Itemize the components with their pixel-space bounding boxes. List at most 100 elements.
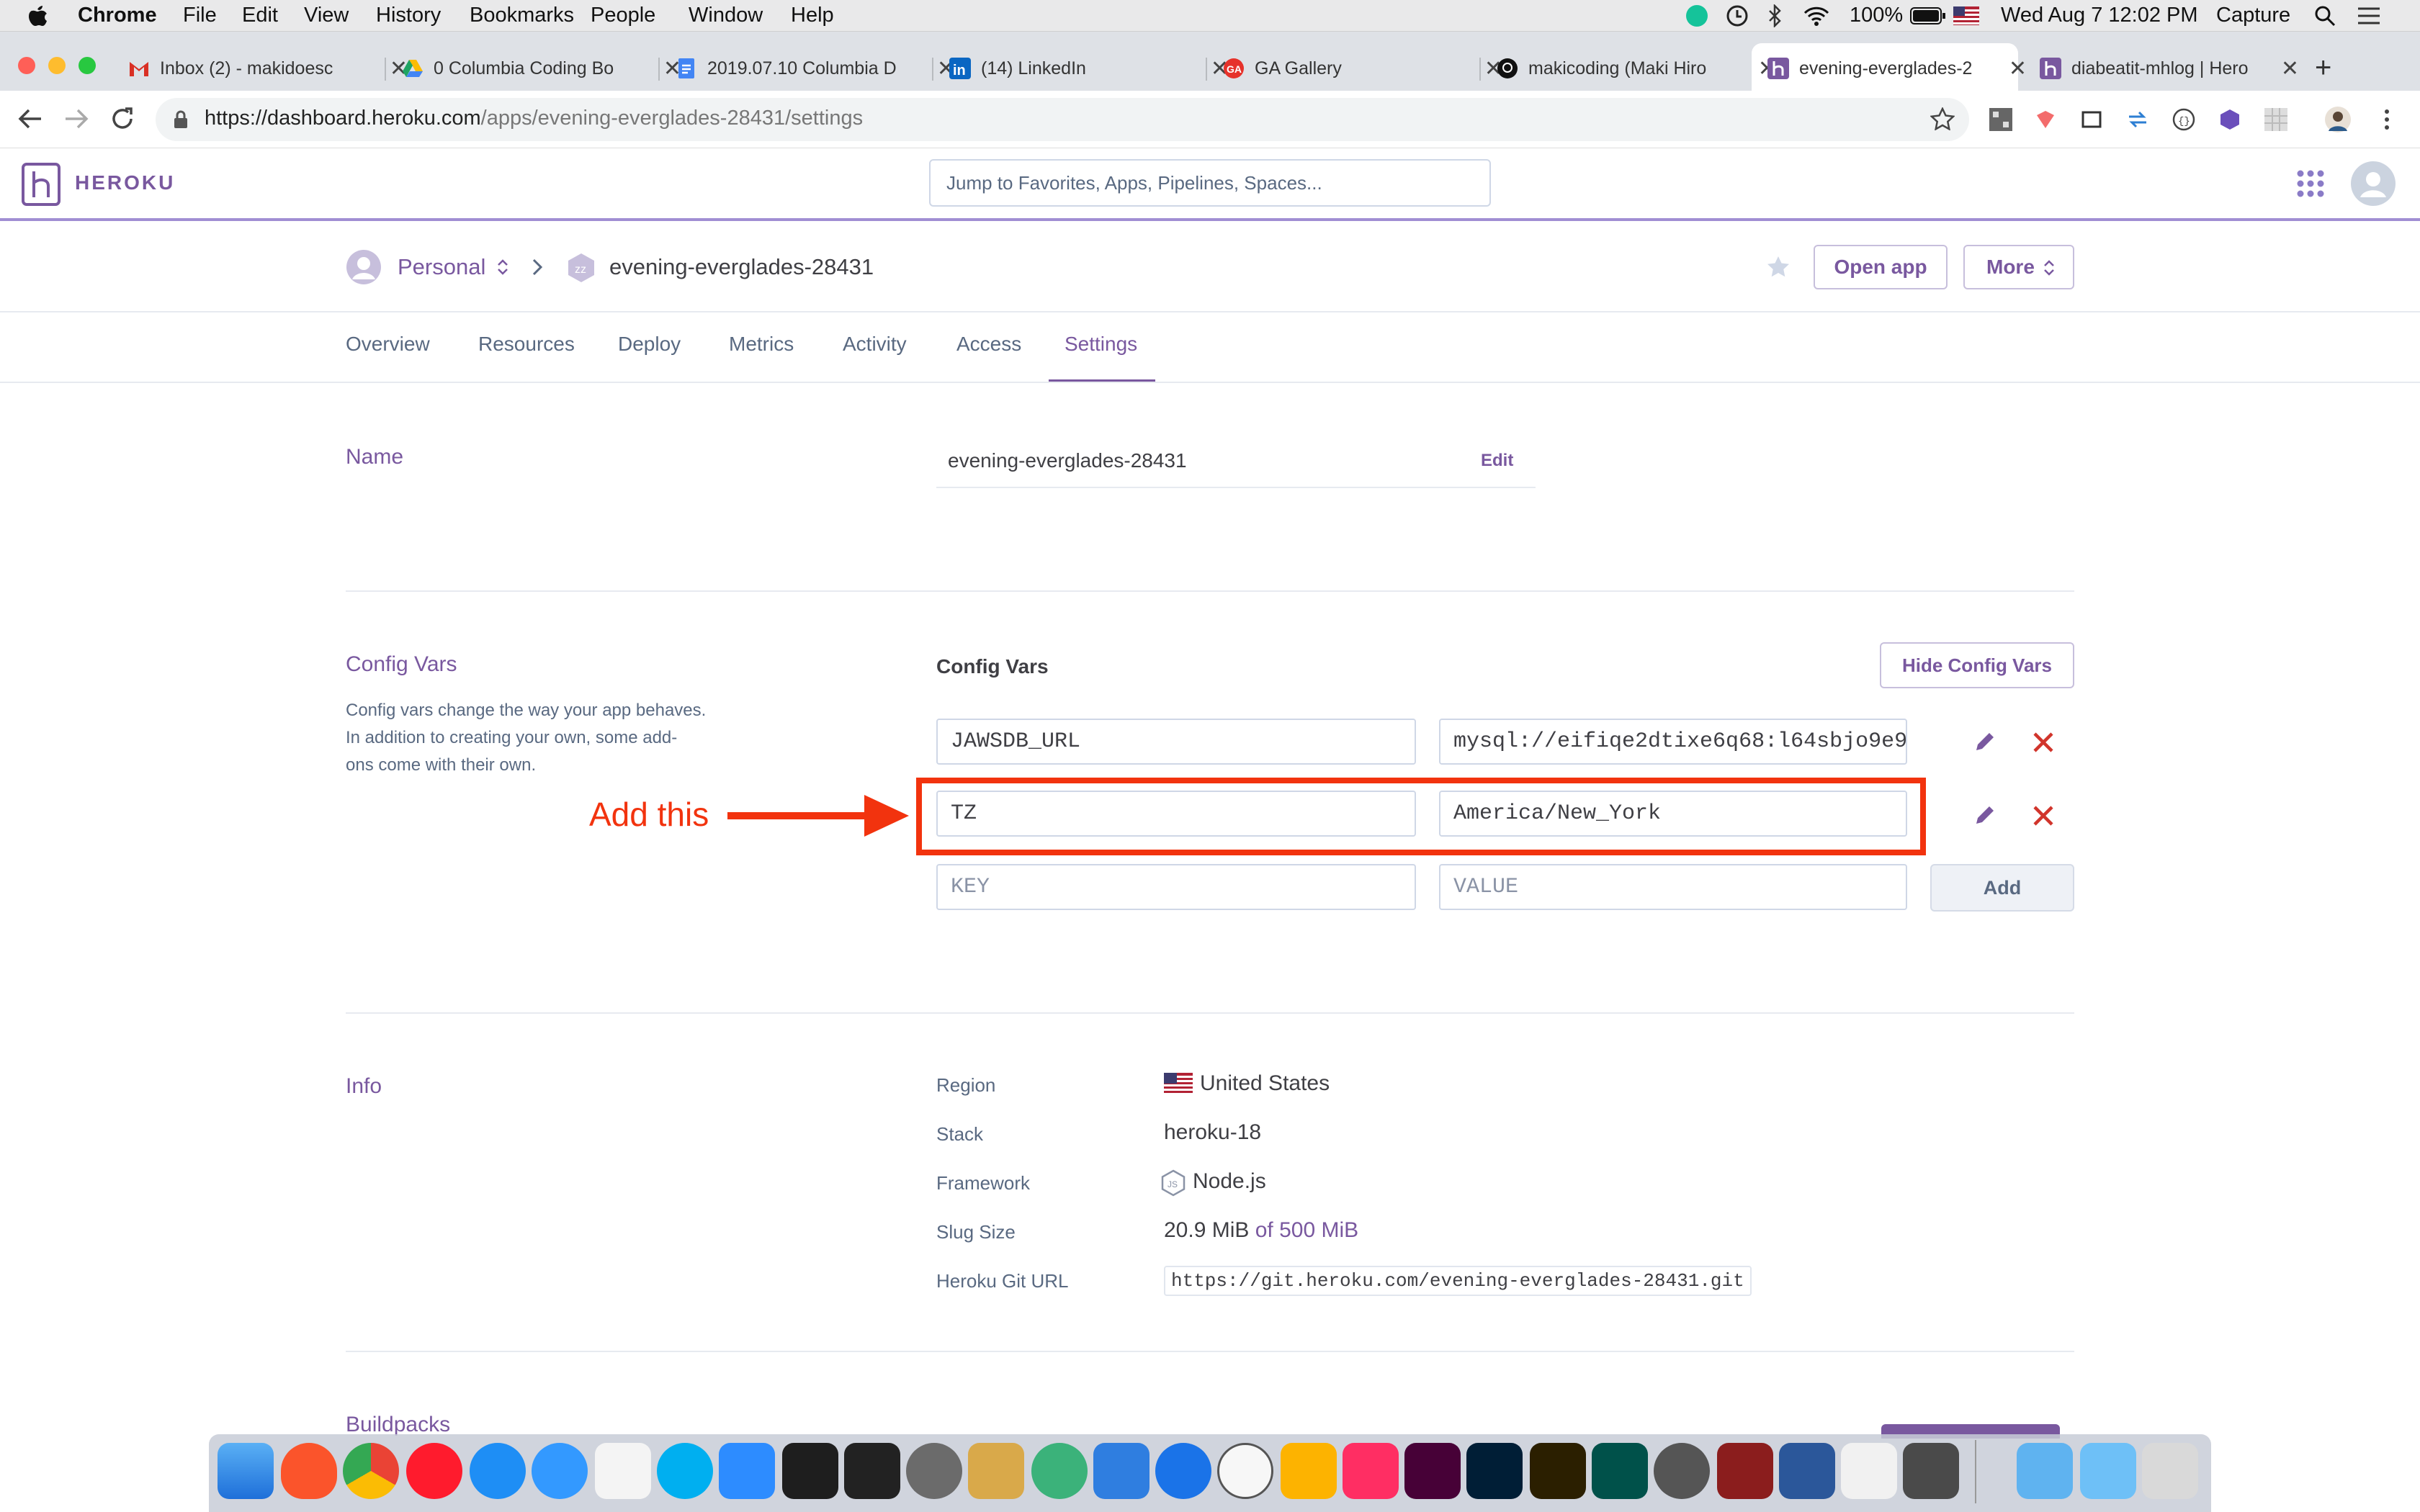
- quicktime-icon[interactable]: [1155, 1443, 1211, 1499]
- photoshop-icon[interactable]: [1466, 1443, 1523, 1499]
- url-text[interactable]: https://dashboard.heroku.com/apps/evenin…: [205, 107, 863, 130]
- menu-view[interactable]: View: [304, 4, 349, 27]
- tab-activity[interactable]: Activity: [843, 333, 907, 356]
- tableplus-icon[interactable]: [906, 1443, 962, 1499]
- git-url-value[interactable]: https://git.heroku.com/evening-everglade…: [1164, 1266, 1752, 1296]
- close-tab-icon[interactable]: ✕: [2281, 56, 2299, 81]
- tab-gmail[interactable]: Inbox (2) - makidoesc ✕: [128, 50, 408, 86]
- audition-icon[interactable]: [1592, 1443, 1648, 1499]
- battery-icon[interactable]: [1910, 6, 1946, 25]
- textedit-icon[interactable]: [1841, 1443, 1897, 1499]
- vscode-icon[interactable]: [782, 1443, 838, 1499]
- tab-access[interactable]: Access: [956, 333, 1021, 356]
- chrome-menu-icon[interactable]: [2383, 108, 2391, 131]
- tab-metrics[interactable]: Metrics: [729, 333, 794, 356]
- delete-x-icon[interactable]: [2033, 732, 2054, 753]
- tab-overview[interactable]: Overview: [346, 333, 430, 356]
- word-icon[interactable]: [1779, 1443, 1835, 1499]
- menu-window[interactable]: Window: [689, 4, 763, 27]
- documents-folder-icon[interactable]: [2080, 1443, 2136, 1499]
- extension-cube-icon[interactable]: [2218, 108, 2241, 131]
- reload-button[interactable]: [109, 106, 135, 132]
- apps-grid-icon[interactable]: [2296, 169, 2325, 198]
- menu-chrome[interactable]: Chrome: [78, 4, 157, 27]
- open-app-button[interactable]: Open app: [1814, 245, 1948, 289]
- config-value-field[interactable]: mysql://eifiqe2dtixe6q68:l64sbjo9e9l1z: [1439, 719, 1907, 765]
- us-flag-icon[interactable]: [1953, 6, 1979, 25]
- clock-app-icon[interactable]: [1217, 1443, 1273, 1499]
- menu-people[interactable]: People: [591, 4, 655, 27]
- photo-booth-icon[interactable]: [1717, 1443, 1773, 1499]
- extension-qr-icon[interactable]: [1989, 108, 2012, 131]
- slack-icon[interactable]: [595, 1443, 651, 1499]
- color-picker-icon[interactable]: [1654, 1443, 1710, 1499]
- edit-name-button[interactable]: Edit: [1481, 451, 1513, 471]
- back-button[interactable]: [17, 107, 43, 131]
- extension-red-icon[interactable]: [2034, 108, 2057, 131]
- heroku-brand[interactable]: HEROKU: [75, 171, 175, 194]
- xcode-icon[interactable]: [1093, 1443, 1150, 1499]
- search-input[interactable]: Jump to Favorites, Apps, Pipelines, Spac…: [929, 159, 1491, 207]
- invision-icon[interactable]: [1343, 1443, 1399, 1499]
- edit-pencil-icon[interactable]: [1973, 804, 1996, 827]
- clock-icon[interactable]: [1726, 4, 1749, 27]
- tab-drive[interactable]: 0 Columbia Coding Bo ✕: [402, 50, 681, 86]
- window-minimize-button[interactable]: [48, 56, 66, 75]
- finder-icon[interactable]: [218, 1443, 274, 1499]
- sequel-pro-icon[interactable]: [968, 1443, 1024, 1499]
- breadcrumb-personal[interactable]: Personal: [398, 254, 485, 280]
- close-tab-icon[interactable]: ✕: [2009, 56, 2027, 81]
- edit-pencil-icon[interactable]: [1973, 730, 1996, 753]
- delete-x-icon[interactable]: [2033, 805, 2054, 827]
- extension-arrows-icon[interactable]: [2126, 108, 2149, 131]
- menu-help[interactable]: Help: [791, 4, 834, 27]
- window-close-button[interactable]: [17, 56, 36, 75]
- tab-diabeatit[interactable]: diabeatit-mhlog | Hero ✕: [2040, 50, 2299, 86]
- zoom-icon[interactable]: [719, 1443, 775, 1499]
- wifi-icon[interactable]: [1802, 4, 1831, 27]
- account-avatar[interactable]: [2351, 161, 2396, 206]
- sketch-icon[interactable]: [1281, 1443, 1337, 1499]
- tab-resources[interactable]: Resources: [478, 333, 575, 356]
- new-key-input[interactable]: KEY: [936, 864, 1416, 910]
- calculator-icon[interactable]: [1903, 1443, 1959, 1499]
- bridge-icon[interactable]: [1530, 1443, 1586, 1499]
- chrome-icon[interactable]: [343, 1443, 399, 1499]
- brave-icon[interactable]: [281, 1443, 337, 1499]
- spotlight-icon[interactable]: [2313, 4, 2336, 27]
- grammarly-icon[interactable]: [1685, 4, 1708, 27]
- apple-icon[interactable]: [27, 4, 48, 27]
- tab-settings[interactable]: Settings: [1065, 333, 1137, 356]
- menubar-clock[interactable]: Wed Aug 7 12:02 PM: [2001, 4, 2198, 27]
- applications-folder-icon[interactable]: [2017, 1443, 2073, 1499]
- adobe-xd-icon[interactable]: [1404, 1443, 1461, 1499]
- trash-icon[interactable]: [2142, 1443, 2198, 1499]
- heroku-logo-icon[interactable]: [22, 163, 60, 206]
- tab-github[interactable]: makicoding (Maki Hiro ✕: [1497, 50, 1776, 86]
- new-value-input[interactable]: VALUE: [1439, 864, 1907, 910]
- chevron-updown-icon[interactable]: [496, 258, 510, 276]
- terminal-icon[interactable]: [844, 1443, 900, 1499]
- extension-json-icon[interactable]: {}: [2172, 108, 2195, 131]
- robo3t-icon[interactable]: [1031, 1443, 1088, 1499]
- favorite-star-icon[interactable]: [1766, 255, 1791, 278]
- hide-config-vars-button[interactable]: Hide Config Vars: [1880, 642, 2074, 688]
- profile-avatar-icon[interactable]: [2325, 107, 2351, 132]
- tab-deploy[interactable]: Deploy: [618, 333, 681, 356]
- tab-ga-gallery[interactable]: GA GA Gallery ✕: [1223, 50, 1502, 86]
- menu-history[interactable]: History: [376, 4, 441, 27]
- opera-icon[interactable]: [406, 1443, 462, 1499]
- menubar-app-capture[interactable]: Capture: [2216, 4, 2290, 27]
- menu-edit[interactable]: Edit: [242, 4, 278, 27]
- tab-docs[interactable]: 2019.07.10 Columbia D ✕: [676, 50, 955, 86]
- extension-screenshot-icon[interactable]: [2080, 108, 2103, 131]
- window-zoom-button[interactable]: [78, 56, 97, 75]
- markdown-icon[interactable]: [532, 1443, 588, 1499]
- bookmark-star-icon[interactable]: [1930, 107, 1955, 130]
- more-button[interactable]: More: [1963, 245, 2074, 289]
- add-config-var-button[interactable]: Add: [1930, 864, 2074, 912]
- bluetooth-icon[interactable]: [1765, 4, 1785, 27]
- skype-icon[interactable]: [657, 1443, 713, 1499]
- menu-file[interactable]: File: [183, 4, 217, 27]
- extension-grid-icon[interactable]: [2264, 108, 2287, 131]
